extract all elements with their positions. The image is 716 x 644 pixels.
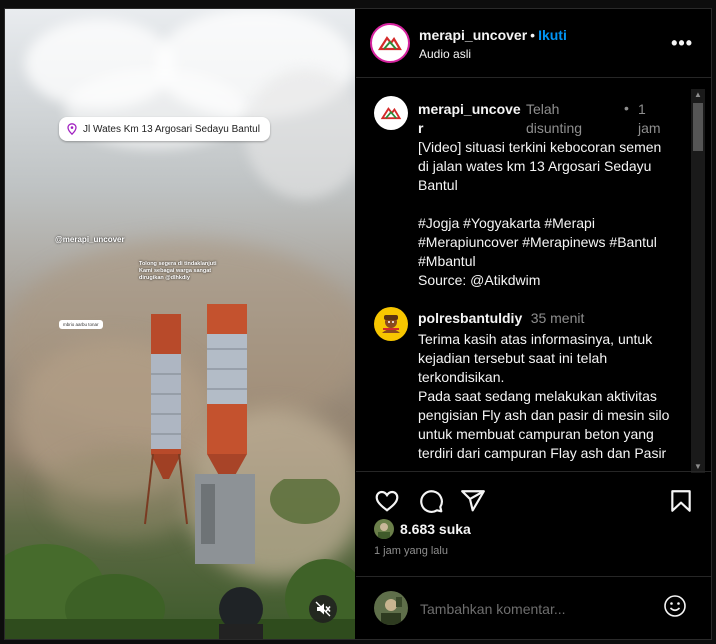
location-pin-icon	[67, 123, 77, 135]
add-comment-input[interactable]: Tambahkan komentar...	[420, 601, 566, 617]
add-comment-bar: Tambahkan komentar...	[356, 576, 711, 640]
merapi-logo-icon	[377, 36, 402, 51]
caption-dot: •	[624, 100, 629, 116]
bookmark-icon[interactable]	[668, 488, 694, 514]
liker-avatar	[374, 519, 394, 539]
emoji-icon[interactable]	[663, 594, 687, 618]
post-timestamp: 1 jam yang lalu	[374, 545, 448, 557]
post-dialog: Jl Wates Km 13 Argosari Sedayu Bantul @m…	[4, 8, 712, 640]
header-separator: •	[530, 27, 536, 43]
caption-avatar[interactable]	[374, 96, 408, 130]
author-avatar[interactable]	[370, 23, 410, 63]
comment-text: Terima kasih atas informasinya, untuk ke…	[418, 331, 670, 461]
comment-icon[interactable]	[418, 488, 444, 514]
heart-icon[interactable]	[374, 488, 400, 514]
caption-age: 1 jam	[638, 101, 661, 136]
comment-item: polresbantuldiy 35 menit Terima kasih at…	[418, 310, 673, 463]
video-overlay-text: Tolong segera di tindaklanjuti Kami seba…	[139, 261, 217, 281]
commenter-avatar[interactable]	[374, 307, 408, 341]
comments-area: merapi_uncove r Telah disunting • 1 jam …	[356, 78, 686, 470]
location-tag[interactable]: Jl Wates Km 13 Argosari Sedayu Bantul	[59, 117, 270, 141]
video-watermark: @merapi_uncover	[55, 235, 125, 244]
current-user-avatar	[374, 591, 408, 625]
scroll-up-arrow-icon[interactable]: ▲	[691, 89, 705, 101]
caption-username[interactable]: merapi_uncove r	[418, 100, 521, 138]
caption-edited: Telah disunting	[526, 101, 583, 136]
caption: merapi_uncove r Telah disunting • 1 jam …	[418, 100, 673, 290]
post-video[interactable]: Jl Wates Km 13 Argosari Sedayu Bantul @m…	[5, 9, 355, 639]
header-username[interactable]: merapi_uncover	[419, 27, 527, 43]
speaker-muted-icon	[315, 601, 331, 617]
caption-text: [Video] situasi terkini kebocoran semen …	[418, 139, 662, 288]
merapi-logo-icon	[380, 107, 402, 120]
police-badge-icon	[382, 315, 400, 333]
more-options-button[interactable]: •••	[671, 33, 693, 54]
location-label: Jl Wates Km 13 Argosari Sedayu Bantul	[83, 123, 260, 135]
comments-scrollbar[interactable]: ▲ ▼	[691, 89, 705, 473]
audio-label[interactable]: Audio asli	[419, 47, 471, 61]
post-sidebar: merapi_uncover • Ikuti Audio asli ••• mera…	[356, 9, 711, 639]
likes-row[interactable]: 8.683 suka	[374, 519, 471, 539]
scrollbar-thumb[interactable]	[693, 103, 703, 151]
likes-count[interactable]: 8.683 suka	[400, 521, 471, 537]
post-header: merapi_uncover • Ikuti Audio asli •••	[356, 9, 711, 78]
send-icon[interactable]	[460, 488, 486, 514]
mute-button[interactable]	[309, 595, 337, 623]
video-small-tag: mbrio aarbu tonar	[59, 320, 103, 329]
comment-age: 35 menit	[530, 310, 585, 326]
comment-username[interactable]: polresbantuldiy	[418, 310, 522, 326]
follow-button[interactable]: Ikuti	[538, 27, 567, 43]
trees	[5, 479, 355, 639]
header-username-row: merapi_uncover • Ikuti	[419, 27, 567, 43]
